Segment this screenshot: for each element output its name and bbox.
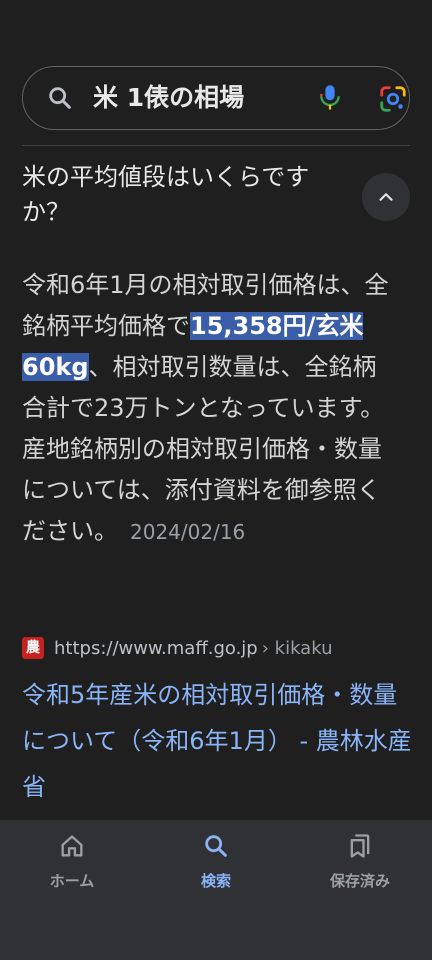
search-query[interactable]: 米 1俵の相場 xyxy=(93,67,244,129)
answer-snippet: 令和6年1月の相対取引価格は、全銘柄平均価格で15,358円/玄米60kg、相対… xyxy=(22,265,397,553)
site-favicon-icon: 農 xyxy=(22,637,44,659)
saved-icon xyxy=(350,834,370,858)
nav-label-home: ホーム xyxy=(49,872,95,890)
search-results-page: 米 1俵の相場 米の平均値段はいくらですか？ 令和6年1月の相対取引価格は、全銘… xyxy=(0,0,432,960)
nav-item-home[interactable]: ホーム xyxy=(0,832,144,902)
bottom-navigation: ホーム 検索 保存済み xyxy=(0,820,432,960)
nav-item-saved[interactable]: 保存済み xyxy=(288,832,432,902)
home-icon xyxy=(61,835,83,857)
google-lens-icon[interactable] xyxy=(378,84,408,114)
source-url: https://www.maff.go.jp xyxy=(54,637,258,659)
answer-text-after: 、相対取引数量は、全銘柄合計で23万トンとなっています。 産地銘柄別の相対取引価… xyxy=(22,353,385,545)
source-path: › kikaku xyxy=(261,637,333,659)
result-title-link[interactable]: 令和5年産米の相対取引価格・数量について（令和6年1月） - 農林水産省 xyxy=(22,672,414,810)
search-bar[interactable]: 米 1俵の相場 xyxy=(22,66,410,130)
search-icon xyxy=(205,835,227,857)
nav-item-search[interactable]: 検索 xyxy=(144,832,288,902)
chevron-up-icon xyxy=(379,193,393,201)
source-site[interactable]: 農 https://www.maff.go.jp › kikaku xyxy=(22,636,332,660)
microphone-icon[interactable] xyxy=(316,83,344,113)
collapse-button[interactable] xyxy=(362,173,410,221)
nav-label-search: 検索 xyxy=(200,872,231,890)
divider xyxy=(22,145,410,146)
nav-label-saved: 保存済み xyxy=(329,872,390,890)
answer-date: 2024/02/16 xyxy=(130,520,246,544)
question-heading[interactable]: 米の平均値段はいくらですか？ xyxy=(22,160,352,230)
search-icon[interactable] xyxy=(46,84,74,112)
